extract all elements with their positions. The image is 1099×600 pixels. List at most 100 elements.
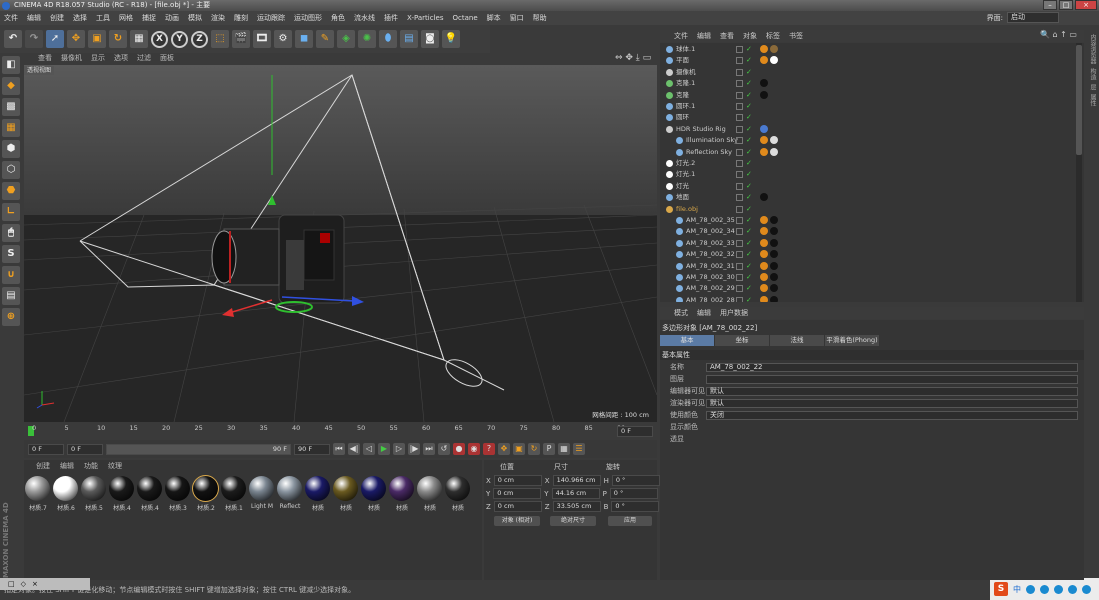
visibility-toggle[interactable] <box>736 103 743 110</box>
attr-menu-item[interactable]: 用户数据 <box>720 307 748 319</box>
object-row[interactable]: AM_78_002_31 ✓ <box>660 261 1080 272</box>
menu-item-4[interactable]: 工具 <box>96 13 110 23</box>
size-field[interactable]: 140.966 cm <box>552 475 601 486</box>
model-mode-icon[interactable]: ◆ <box>2 77 20 95</box>
visibility-toggle[interactable] <box>736 228 743 236</box>
menu-item-13[interactable]: 角色 <box>331 13 345 23</box>
object-row[interactable]: 球体.1 ✓ <box>660 44 1080 55</box>
enabled-check-icon[interactable]: ✓ <box>746 283 752 294</box>
om-menu-item[interactable]: 对象 <box>743 30 757 42</box>
object-tag-icon[interactable] <box>770 238 778 247</box>
om-menu-item[interactable]: 标签 <box>766 30 780 42</box>
menu-item-3[interactable]: 选择 <box>73 13 87 23</box>
side-tab[interactable]: 内容浏览器 <box>1088 34 1097 64</box>
visibility-toggle[interactable] <box>736 137 743 145</box>
object-row[interactable]: Illumination Sky ✓ <box>660 135 1080 146</box>
cube-icon[interactable]: ◼ <box>295 30 313 48</box>
object-row[interactable]: AM_78_002_30 ✓ <box>660 272 1080 283</box>
attr-field-value[interactable]: 默认 <box>706 399 1078 408</box>
side-tab[interactable]: 属性 <box>1088 94 1097 106</box>
go-end-icon[interactable]: ⏭ <box>423 443 435 455</box>
om-nav-icons[interactable]: 🔍 ⌂ ↑ ▭ <box>1040 30 1077 39</box>
object-tag-icon[interactable] <box>760 273 768 281</box>
enabled-check-icon[interactable]: ✓ <box>746 135 752 146</box>
enabled-check-icon[interactable]: ✓ <box>746 67 752 78</box>
material-menu-item[interactable]: 编辑 <box>60 460 74 472</box>
visibility-toggle[interactable] <box>736 91 743 99</box>
minimized-window[interactable]: □ ◇ × <box>0 578 90 590</box>
object-row[interactable]: HDR Studio Rig ✓ <box>660 124 1080 135</box>
enabled-check-icon[interactable]: ✓ <box>746 192 752 203</box>
material-swatch[interactable]: 材质 <box>389 476 415 512</box>
loop-icon[interactable]: ↺ <box>438 443 450 455</box>
render-view-icon[interactable]: 🎬 <box>232 30 250 48</box>
enabled-check-icon[interactable]: ✓ <box>746 226 752 237</box>
snap-icon[interactable]: S <box>2 245 20 263</box>
make-editable-icon[interactable]: ◧ <box>2 56 20 74</box>
move-tool-icon[interactable]: ✥ <box>67 30 85 48</box>
visibility-toggle[interactable] <box>736 285 743 293</box>
start-frame-field[interactable]: 0 F <box>28 443 64 455</box>
object-tag-icon[interactable] <box>760 147 768 156</box>
visibility-toggle[interactable] <box>736 171 743 179</box>
keyframe-selection-icon[interactable]: ? <box>483 443 495 455</box>
workplane-grid-icon[interactable]: ▤ <box>2 287 20 305</box>
menu-item-1[interactable]: 编辑 <box>27 13 41 23</box>
prev-frame-icon[interactable]: ◁ <box>363 443 375 455</box>
enabled-check-icon[interactable]: ✓ <box>746 124 752 135</box>
key-rotation-icon[interactable]: ↻ <box>528 443 540 455</box>
position-field[interactable]: 0 cm <box>493 488 542 499</box>
viewport-menu-item[interactable]: 选项 <box>114 53 128 64</box>
menu-item-16[interactable]: X-Particles <box>407 14 443 22</box>
visibility-toggle[interactable] <box>736 239 743 247</box>
menu-item-15[interactable]: 插件 <box>384 13 398 23</box>
object-tag-icon[interactable] <box>760 124 768 133</box>
autokey-icon[interactable]: ◉ <box>468 443 480 455</box>
material-swatch[interactable]: 材质 <box>333 476 359 512</box>
menu-item-2[interactable]: 创建 <box>50 13 64 23</box>
enabled-check-icon[interactable]: ✓ <box>746 261 752 272</box>
points-mode-icon[interactable]: ⬢ <box>2 140 20 158</box>
object-row[interactable]: 灯光 ✓ <box>660 181 1080 192</box>
om-menu-item[interactable]: 查看 <box>720 30 734 42</box>
attr-tab[interactable]: 法线 <box>770 335 824 346</box>
object-tag-icon[interactable] <box>760 136 768 145</box>
enabled-check-icon[interactable]: ✓ <box>746 295 752 302</box>
object-tag-icon[interactable] <box>760 250 768 259</box>
object-row[interactable]: AM_78_002_35 ✓ <box>660 215 1080 226</box>
viewport-perspective[interactable]: 透视视图 网格间距 : 100 cm <box>24 65 657 422</box>
coord-mode-dropdown[interactable]: 对象 (相对) <box>494 516 540 526</box>
material-swatch[interactable]: 材质.6 <box>53 476 79 512</box>
visibility-toggle[interactable] <box>736 125 743 133</box>
object-row[interactable]: AM_78_002_34 ✓ <box>660 226 1080 237</box>
edges-mode-icon[interactable]: ⬡ <box>2 161 20 179</box>
size-mode-dropdown[interactable]: 绝对尺寸 <box>550 516 596 526</box>
menu-item-0[interactable]: 文件 <box>4 13 18 23</box>
enabled-check-icon[interactable]: ✓ <box>746 78 752 89</box>
object-row[interactable]: Reflection Sky ✓ <box>660 147 1080 158</box>
menu-item-11[interactable]: 运动跟踪 <box>257 13 285 23</box>
visibility-toggle[interactable] <box>736 194 743 202</box>
material-swatch[interactable]: 材质 <box>361 476 387 512</box>
close-button[interactable]: × <box>1075 0 1097 10</box>
object-tag-icon[interactable] <box>770 250 778 259</box>
size-field[interactable]: 33.505 cm <box>552 501 601 512</box>
object-row[interactable]: AM_78_002_29 ✓ <box>660 283 1080 294</box>
object-tag-icon[interactable] <box>760 238 768 247</box>
object-row[interactable]: 圆环.1 ✓ <box>660 101 1080 112</box>
visibility-toggle[interactable] <box>736 262 743 270</box>
material-swatch[interactable]: Reflect <box>277 476 303 510</box>
mini-menu-icon[interactable]: ◇ <box>21 578 26 590</box>
menu-item-20[interactable]: 帮助 <box>533 13 547 23</box>
object-tag-icon[interactable] <box>760 216 768 224</box>
menu-item-5[interactable]: 网格 <box>119 13 133 23</box>
menu-item-14[interactable]: 流水线 <box>354 13 375 23</box>
object-row[interactable]: 灯光.2 ✓ <box>660 158 1080 169</box>
visibility-toggle[interactable] <box>736 296 743 302</box>
enabled-check-icon[interactable]: ✓ <box>746 101 752 112</box>
coordinate-system-icon[interactable]: ⬚ <box>211 30 229 48</box>
object-tag-icon[interactable] <box>760 193 768 202</box>
key-pla-icon[interactable]: ▦ <box>558 443 570 455</box>
timeline-ruler[interactable]: 051015202530354045505560657075808590 0 F <box>24 424 657 438</box>
menu-item-7[interactable]: 动画 <box>165 13 179 23</box>
